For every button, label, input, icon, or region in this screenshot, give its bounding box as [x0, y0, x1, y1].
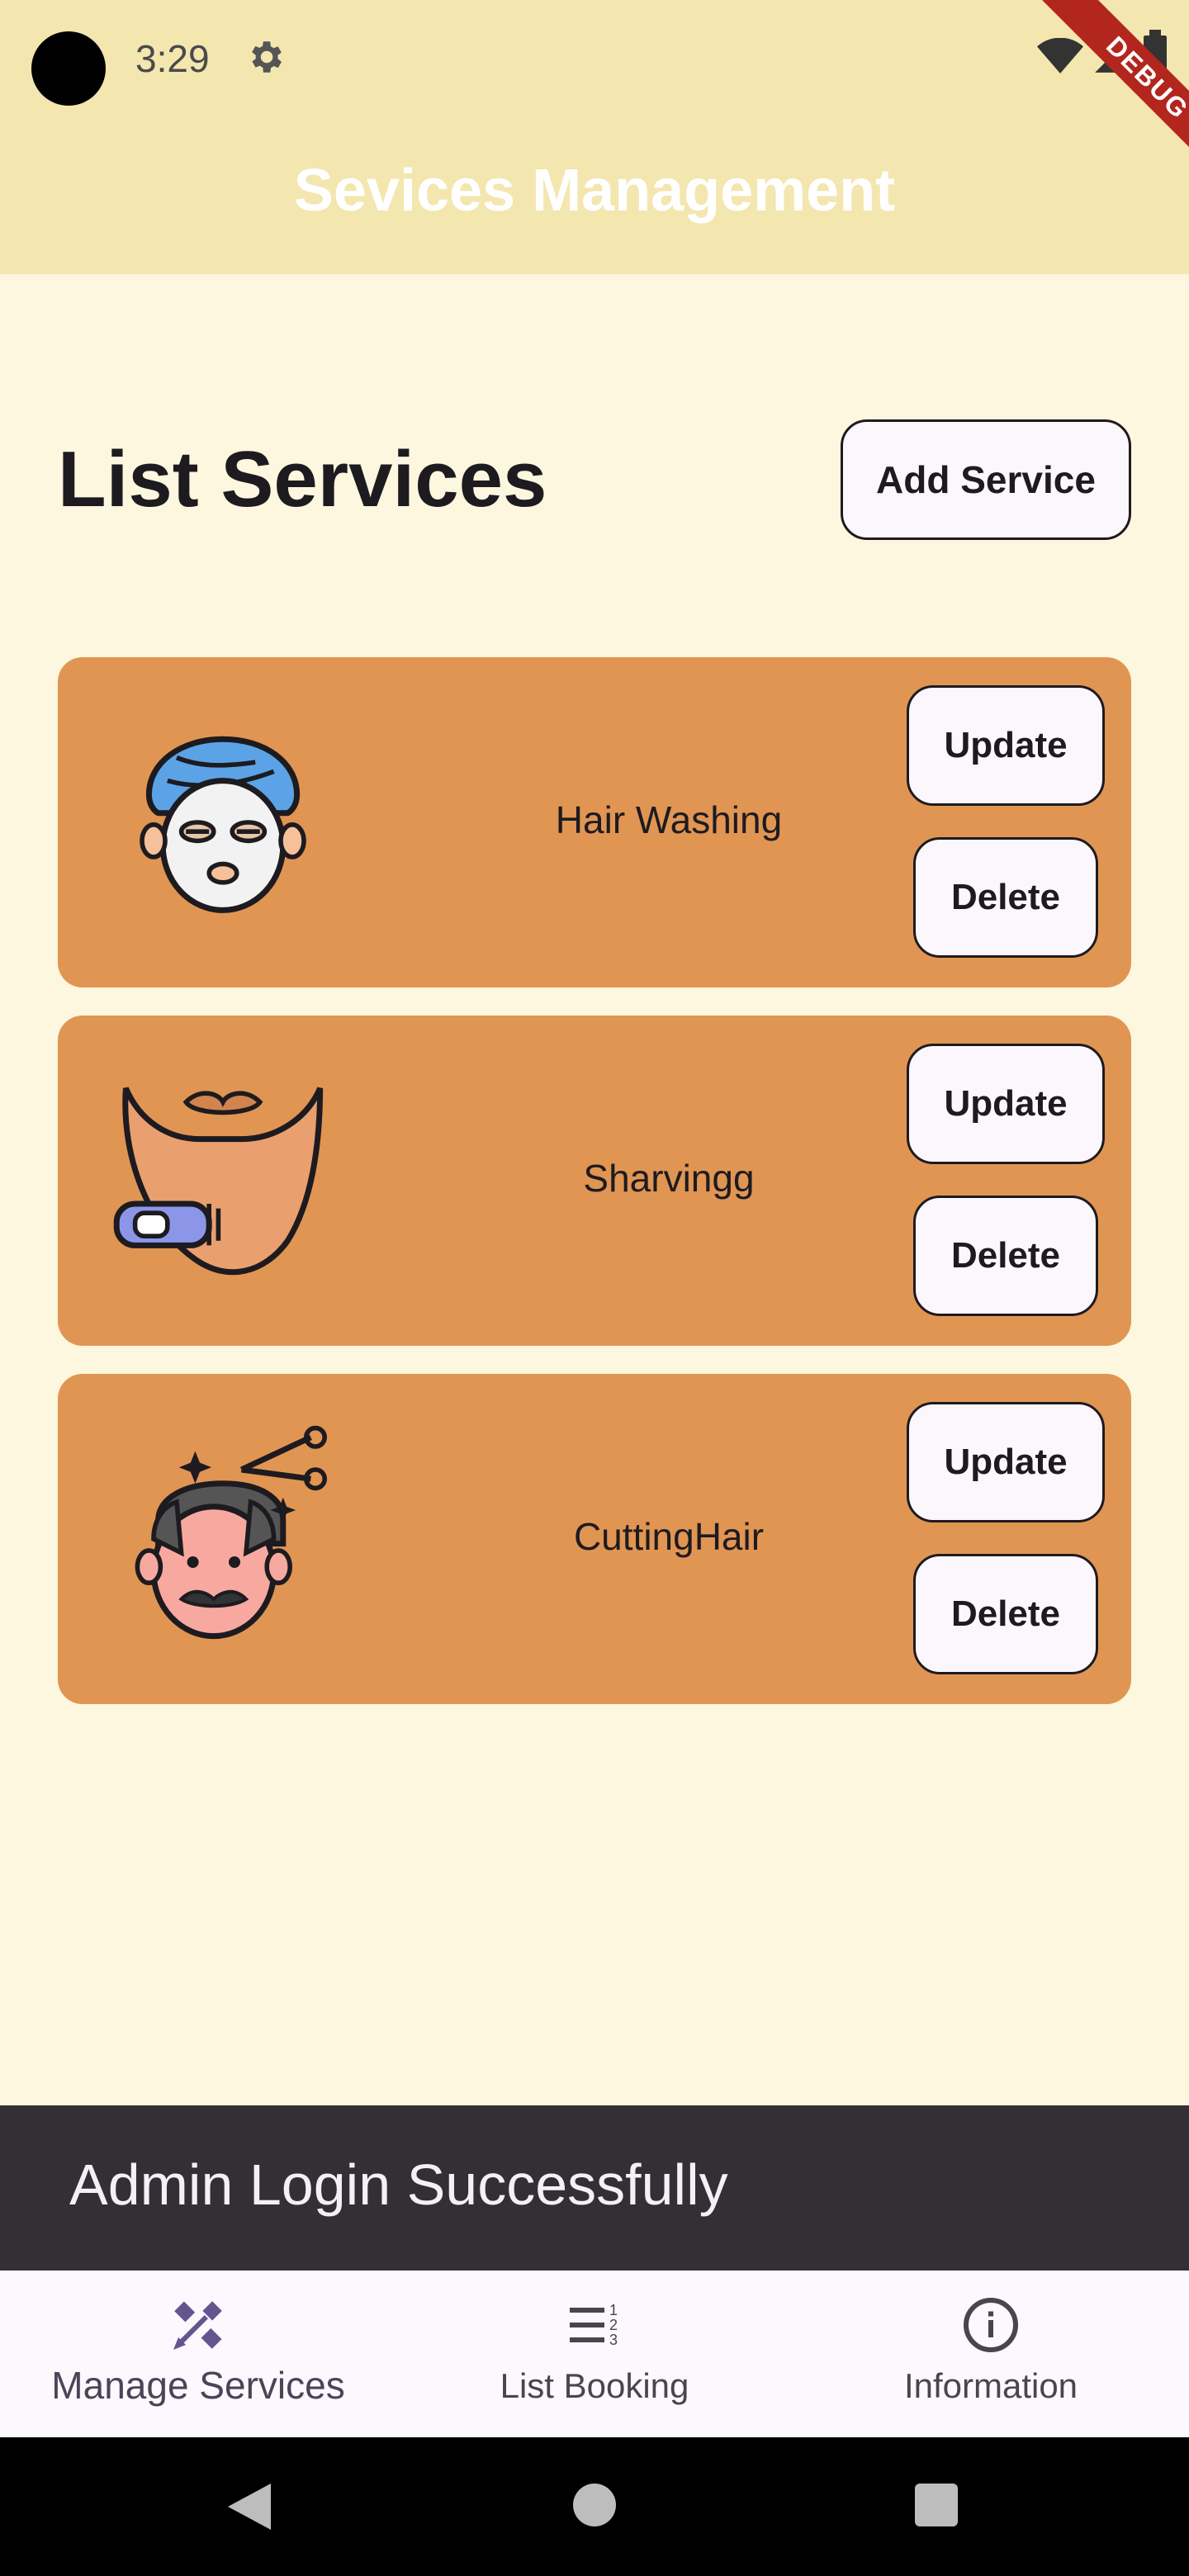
snackbar: Admin Login Successfully — [0, 2105, 1189, 2271]
info-icon — [964, 2298, 1018, 2352]
app-title: Sevices Management — [293, 158, 896, 224]
update-button[interactable]: Update — [907, 1402, 1105, 1522]
bottom-navigation: Manage Services 1 2 3 List Booking Infor… — [0, 2271, 1189, 2437]
nav-item-manage-services[interactable]: Manage Services — [0, 2271, 396, 2437]
page-title: List Services — [58, 435, 547, 523]
camera-cutout — [31, 31, 106, 106]
haircut-scissors-icon — [135, 1425, 327, 1640]
nav-label: Information — [903, 2366, 1078, 2405]
delete-button[interactable]: Delete — [913, 1554, 1098, 1674]
add-service-button[interactable]: Add Service — [841, 419, 1131, 540]
service-name: Sharvingg — [583, 1157, 755, 1200]
svg-text:3: 3 — [609, 2332, 618, 2348]
service-card: Hair Washing Update Delete — [58, 657, 1131, 987]
update-button[interactable]: Update — [907, 685, 1105, 806]
face-mask-towel-icon — [140, 736, 306, 913]
nav-item-information[interactable]: Information — [793, 2271, 1189, 2437]
service-name: CuttingHair — [573, 1515, 765, 1558]
recents-square-icon[interactable] — [915, 2484, 958, 2526]
beard-trimmer-icon — [113, 1087, 324, 1276]
delete-button[interactable]: Delete — [913, 1196, 1098, 1316]
nav-item-list-booking[interactable]: 1 2 3 List Booking — [396, 2271, 793, 2437]
home-circle-icon[interactable] — [573, 2484, 616, 2526]
service-name: Hair Washing — [555, 798, 783, 841]
service-card: CuttingHair Update Delete — [58, 1374, 1131, 1704]
back-triangle-icon[interactable] — [225, 2480, 274, 2533]
settings-gear-icon — [252, 41, 282, 73]
tools-icon — [173, 2301, 222, 2350]
delete-button[interactable]: Delete — [913, 837, 1098, 958]
nav-label: List Booking — [500, 2366, 689, 2405]
status-time: 3:29 — [135, 37, 210, 80]
update-button[interactable]: Update — [907, 1044, 1105, 1164]
service-card: Sharvingg Update Delete — [58, 1016, 1131, 1346]
nav-label: Manage Services — [51, 2364, 345, 2407]
snackbar-message: Admin Login Successfully — [69, 2152, 728, 2217]
numbered-list-icon: 1 2 3 — [570, 2302, 618, 2348]
